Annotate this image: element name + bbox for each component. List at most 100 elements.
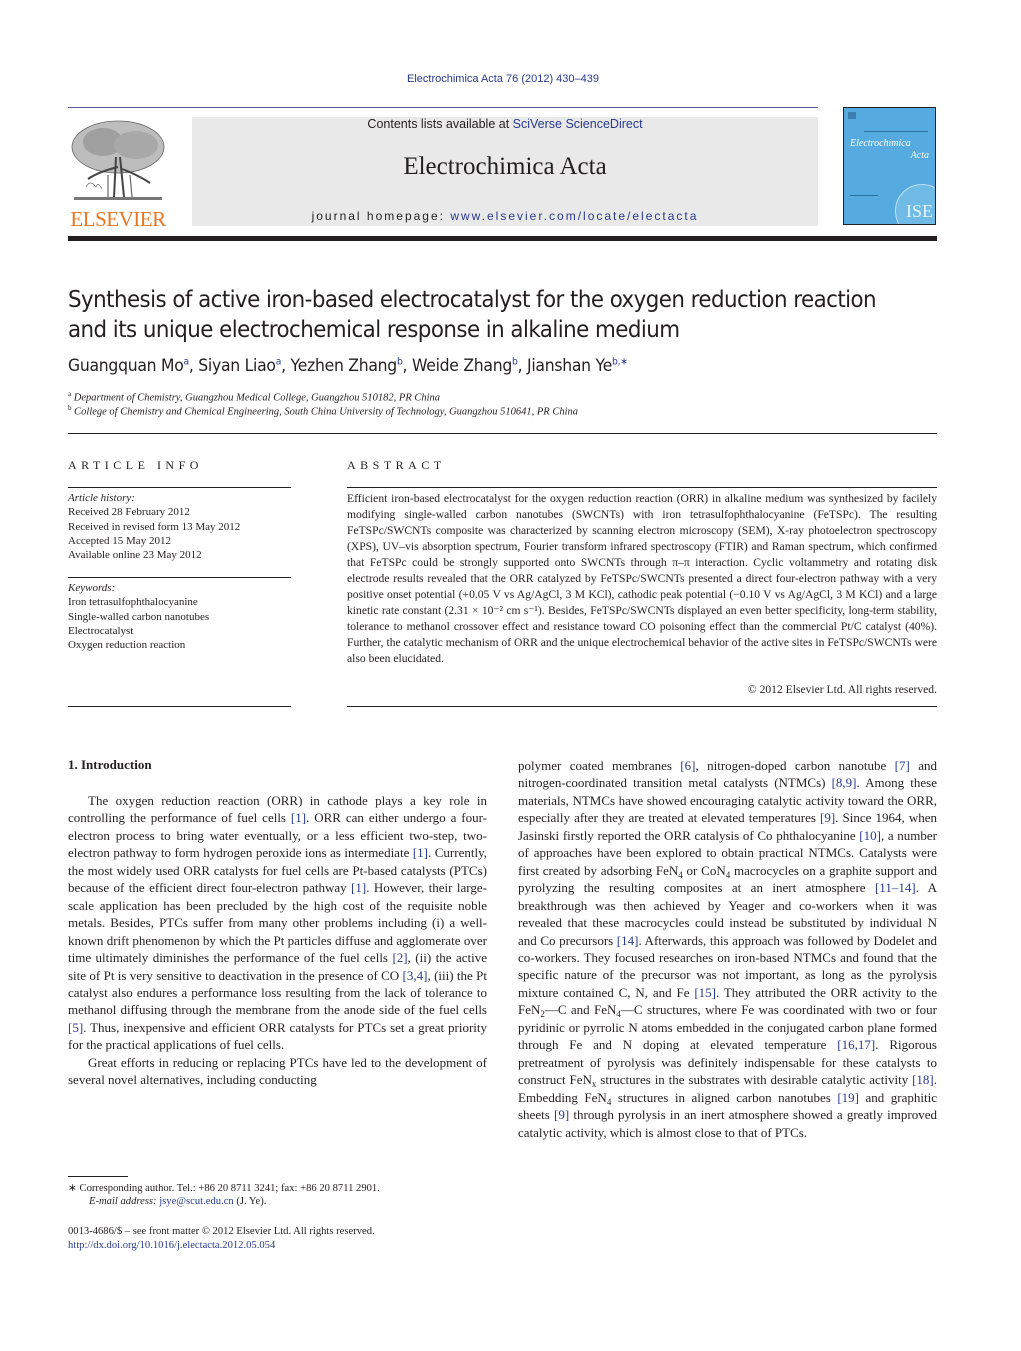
citation-link[interactable]: [1] [291,810,306,825]
ise-seal-text: ISE [906,201,933,221]
citation-link[interactable]: [18] [912,1072,934,1087]
subscript: 4 [725,869,731,880]
abstract-text: Efficient iron-based electrocatalyst for… [347,492,937,665]
subscript: x [591,1079,597,1090]
keyword-item: Electrocatalyst [68,624,134,637]
cover-title-line1: Electrochimica [850,138,911,149]
citation-link[interactable]: [6] [680,758,695,773]
citation-link[interactable]: [16,17] [837,1037,875,1052]
info-rule [68,487,291,488]
author-affiliation-marker[interactable]: b,∗ [612,356,628,367]
header-thick-rule [68,236,937,241]
subscript: 4 [606,1096,612,1107]
elsevier-tree-icon [71,120,165,200]
top-rule [68,107,818,108]
citation-link[interactable]: [9] [554,1107,569,1122]
journal-banner: Contents lists available at SciVerse Sci… [192,117,818,226]
author-name[interactable]: Jianshan Ye [527,356,612,376]
issn-line: 0013-4686/$ – see front matter © 2012 El… [68,1226,375,1237]
info-rule [68,706,291,707]
citation-link[interactable]: [7] [895,758,910,773]
contents-prefix: Contents lists available at [367,117,513,131]
email-note: E-mail address: jsye@scut.edu.cn (J. Ye)… [68,1196,519,1207]
contents-line: Contents lists available at SciVerse Sci… [192,117,818,131]
abstract-rule [347,487,937,488]
doi-container: http://dx.doi.org/10.1016/j.electacta.20… [68,1240,498,1251]
author-separator: , [517,356,527,376]
affiliation-a: a Department of Chemistry, Guangzhou Med… [68,390,440,404]
citation-link[interactable]: [11–14] [875,880,916,895]
keyword-item: Iron tetrasulfophthalocyanine [68,596,198,609]
subscript: 4 [678,869,683,880]
body-paragraph: Great efforts in reducing or replacing P… [68,1054,487,1088]
citation-link[interactable]: [5] [68,1020,83,1035]
citation-link[interactable]: [3,4] [403,968,428,983]
homepage-prefix: journal homepage: [311,209,451,223]
history-online: Available online 23 May 2012 [68,549,202,562]
abstract-copyright: © 2012 Elsevier Ltd. All rights reserved… [747,683,937,696]
elsevier-logo[interactable]: ELSEVIER [68,117,168,231]
corresponding-author-note: ∗ Corresponding author. Tel.: +86 20 871… [68,1183,380,1194]
body-column-right: polymer coated membranes [6], nitrogen-d… [518,757,937,1141]
abstract-heading: ABSTRACT [347,458,446,472]
history-received: Received 28 February 2012 [68,506,190,519]
journal-cover-thumbnail[interactable]: Electrochimica Acta ISE [843,107,936,225]
author-name[interactable]: Yezhen Zhang [290,356,397,376]
history-revised: Received in revised form 13 May 2012 [68,520,241,533]
cover-divider [864,131,928,132]
abstract-rule [347,706,937,707]
body-column-left: The oxygen reduction reaction (ORR) in c… [68,792,487,1089]
homepage-line: journal homepage: www.elsevier.com/locat… [192,209,818,223]
citation-link[interactable]: [9] [820,810,835,825]
citation-link[interactable]: [1] [413,845,428,860]
author-list: Guangquan Moa, Siyan Liaoa, Yezhen Zhang… [68,356,878,376]
affiliation-key: a [68,390,72,398]
affiliation-b: b College of Chemistry and Chemical Engi… [68,404,578,418]
cover-divider [850,195,878,196]
article-info-heading: ARTICLE INFO [68,458,203,472]
footnote-rule [68,1176,128,1177]
email-label: E-mail address: [89,1196,160,1207]
article-title: Synthesis of active iron-based electroca… [68,287,877,343]
section-rule [68,433,937,434]
sciencedirect-link[interactable]: SciVerse ScienceDirect [513,117,643,131]
author-name[interactable]: Siyan Liao [198,356,276,376]
elsevier-wordmark: ELSEVIER [70,207,166,231]
journal-title: Electrochimica Acta [403,153,607,180]
article-history: Article history: Received 28 February 20… [68,491,291,562]
doi-link[interactable]: http://dx.doi.org/10.1016/j.electacta.20… [68,1240,275,1251]
running-head-citation[interactable]: Electrochimica Acta 76 (2012) 430–439 [0,73,1006,85]
citation-link[interactable]: [14] [617,933,639,948]
affiliation-key: b [68,404,72,412]
subscript: 2 [540,1009,545,1020]
affiliation-text: College of Chemistry and Chemical Engine… [74,406,578,418]
author-name[interactable]: Weide Zhang [412,356,512,376]
citation-link[interactable]: [10] [859,828,881,843]
cover-title-line2: Acta [910,150,929,161]
author-separator: , [402,356,412,376]
section-heading-introduction: 1. Introduction [68,757,152,772]
email-link[interactable]: jsye@scut.edu.cn [159,1196,233,1207]
body-paragraph: polymer coated membranes [6], nitrogen-d… [518,758,938,1140]
author-name[interactable]: Guangquan Mo [68,356,184,376]
keyword-item: Single-walled carbon nanotubes [68,610,210,623]
email-suffix: (J. Ye). [233,1196,267,1207]
article-history-label: Article history: [68,492,135,504]
subscript: 4 [616,1009,621,1020]
citation-link[interactable]: [19] [837,1090,859,1105]
citation-link[interactable]: [8,9] [832,775,857,790]
keywords-label: Keywords: [68,582,116,594]
citation-link[interactable]: [1] [351,880,366,895]
author-separator: , [188,356,199,376]
citation-link[interactable]: [2] [392,950,407,965]
keyword-item: Oxygen reduction reaction [68,639,186,652]
cover-publisher-mark-icon [848,112,856,119]
body-paragraph: The oxygen reduction reaction (ORR) in c… [68,793,487,1053]
info-rule [68,577,291,578]
author-separator: , [281,356,291,376]
citation-link[interactable]: [15] [694,985,716,1000]
journal-homepage-link[interactable]: www.elsevier.com/locate/electacta [450,209,698,223]
affiliation-text: Department of Chemistry, Guangzhou Medic… [73,392,441,404]
keywords: Keywords: Iron tetrasulfophthalocyanine … [68,581,291,652]
history-accepted: Accepted 15 May 2012 [68,534,171,547]
